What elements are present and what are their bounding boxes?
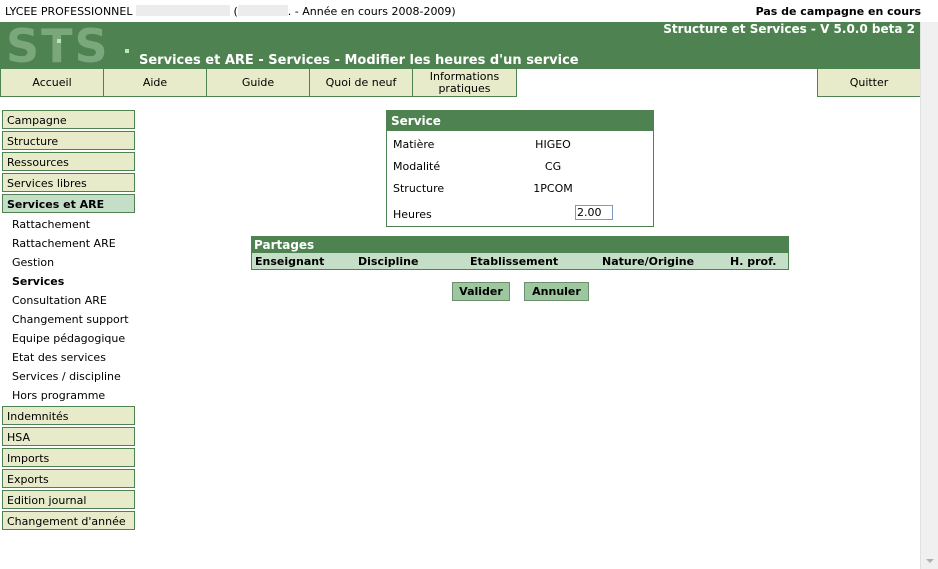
row-structure: Structure 1PCOM: [393, 182, 651, 200]
menu-aide-label: Aide: [142, 75, 168, 89]
menu-quoi-de-neuf[interactable]: Quoi de neuf: [309, 69, 413, 97]
col-discipline: Discipline: [358, 255, 419, 268]
page-title: Services et ARE - Services - Modifier le…: [139, 53, 579, 68]
sidebar-sub-services-discipline[interactable]: Services / discipline: [2, 367, 135, 386]
school-year: . - Année en cours 2008-2009): [287, 5, 456, 18]
valider-button[interactable]: Valider: [452, 282, 510, 301]
menu-aide[interactable]: Aide: [103, 69, 207, 97]
sidebar-item-indemnites[interactable]: Indemnités: [2, 406, 135, 425]
sidebar-item-imports[interactable]: Imports: [2, 448, 135, 467]
school-info: LYCEE PROFESSIONNEL (. - Année en cours …: [5, 5, 456, 18]
matiere-label: Matière: [393, 138, 435, 151]
row-heures: Heures: [393, 205, 651, 226]
row-modalite: Modalité CG: [393, 160, 651, 178]
menu-guide-label: Guide: [241, 75, 275, 89]
partages-header-row: Enseignant Discipline Etablissement Natu…: [251, 253, 789, 270]
structure-label: Structure: [393, 182, 445, 195]
heures-input[interactable]: [575, 205, 613, 220]
service-panel-title: Service: [387, 111, 653, 131]
menu-quitter[interactable]: Quitter: [817, 69, 921, 97]
header-banner: STS Structure et Services - V 5.0.0 beta…: [0, 22, 921, 69]
sidebar-sub-hors-programme[interactable]: Hors programme: [2, 386, 135, 405]
sidebar-item-changement-annee[interactable]: Changement d'année: [2, 511, 135, 530]
menu-info-label-line2: pratiques: [438, 81, 491, 95]
sts-logo: STS: [6, 22, 110, 69]
sidebar-sub-rattachement[interactable]: Rattachement: [2, 215, 135, 234]
matiere-value: HIGEO: [535, 138, 571, 151]
sidebar-item-edition-journal[interactable]: Edition journal: [2, 490, 135, 509]
school-name: LYCEE PROFESSIONNEL: [5, 5, 133, 18]
col-etablissement: Etablissement: [470, 255, 559, 268]
menu-informations-pratiques[interactable]: Informations pratiques: [412, 69, 517, 97]
logo-dot: [125, 49, 129, 53]
structure-value: 1PCOM: [533, 182, 573, 195]
menu-info-label-line1: Informations: [429, 69, 500, 83]
sidebar-item-services-et-are[interactable]: Services et ARE: [2, 194, 135, 213]
menu-quoi-de-neuf-label: Quoi de neuf: [325, 75, 397, 89]
sidebar-item-campagne[interactable]: Campagne: [2, 110, 135, 129]
col-enseignant: Enseignant: [255, 255, 325, 268]
sidebar-item-ressources[interactable]: Ressources: [2, 152, 135, 171]
main-menu: Accueil Aide Guide Quoi de neuf Informat…: [0, 69, 921, 98]
sidebar-sub-rattachement-are[interactable]: Rattachement ARE: [2, 234, 135, 253]
campaign-status: Pas de campagne en cours: [755, 5, 921, 18]
sidebar-item-structure[interactable]: Structure: [2, 131, 135, 150]
partages-table: Partages Enseignant Discipline Etablisse…: [251, 236, 789, 271]
sidebar-item-services-libres[interactable]: Services libres: [2, 173, 135, 192]
col-nature-origine: Nature/Origine: [602, 255, 695, 268]
service-panel: Service Matière HIGEO Modalité CG Struct…: [386, 110, 654, 227]
vertical-scrollbar[interactable]: [920, 22, 938, 569]
sidebar-sub-changement-support[interactable]: Changement support: [2, 310, 135, 329]
partages-title: Partages: [251, 236, 789, 253]
sidebar-item-exports[interactable]: Exports: [2, 469, 135, 488]
menu-guide[interactable]: Guide: [206, 69, 310, 97]
sidebar: Campagne Structure Ressources Services l…: [2, 110, 135, 532]
menu-quitter-label: Quitter: [849, 75, 889, 89]
sidebar-sub-gestion[interactable]: Gestion: [2, 253, 135, 272]
modalite-value: CG: [544, 160, 562, 173]
modalite-label: Modalité: [393, 160, 441, 173]
sidebar-sub-etat-des-services[interactable]: Etat des services: [2, 348, 135, 367]
col-h-prof: H. prof.: [730, 255, 777, 268]
menu-accueil-label: Accueil: [32, 75, 72, 89]
sidebar-item-hsa[interactable]: HSA: [2, 427, 135, 446]
annuler-button[interactable]: Annuler: [524, 282, 589, 301]
redacted-school-code: [237, 5, 288, 16]
heures-label: Heures: [393, 208, 432, 221]
sidebar-sub-equipe-pedagogique[interactable]: Equipe pédagogique: [2, 329, 135, 348]
menu-accueil[interactable]: Accueil: [0, 69, 104, 97]
logo-dot: [57, 39, 61, 43]
top-info-bar: LYCEE PROFESSIONNEL (. - Année en cours …: [0, 0, 938, 22]
scroll-down-icon[interactable]: [926, 559, 934, 563]
app-title: Structure et Services - V 5.0.0 beta 2: [663, 22, 915, 36]
sidebar-sub-consultation-are[interactable]: Consultation ARE: [2, 291, 135, 310]
sidebar-sub-services[interactable]: Services: [2, 272, 135, 291]
redacted-school-name: [135, 5, 230, 16]
row-matiere: Matière HIGEO: [393, 138, 651, 156]
